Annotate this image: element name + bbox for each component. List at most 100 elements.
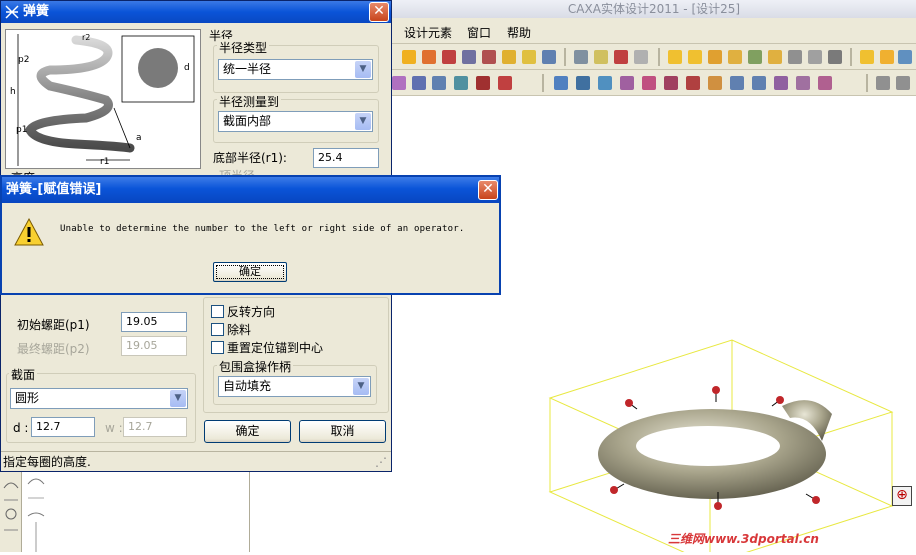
label-p1: p1 [16,125,27,135]
toolbar-icon[interactable] [876,76,890,90]
toolbar-icon[interactable] [728,50,742,64]
toolbar-icon[interactable] [768,50,782,64]
toolbar-icon[interactable] [594,50,608,64]
toolbar-icon[interactable] [752,76,766,90]
toolbar-separator [658,48,660,66]
section-select[interactable]: 圆形 ▼ [10,388,188,409]
chevron-down-icon[interactable]: ▼ [353,378,369,395]
menu-help[interactable]: 帮助 [507,24,531,41]
toolbar-icon[interactable] [482,50,496,64]
toolbar-icon[interactable] [860,50,874,64]
resize-grip-icon[interactable]: ⋰ [375,452,387,472]
toolbar-icon[interactable] [708,50,722,64]
toolbar-icon[interactable] [620,76,634,90]
toolbar-icon[interactable] [574,50,588,64]
toolbar-icon[interactable] [898,50,912,64]
error-dialog-title: 弹簧-[赋值错误] [6,182,102,197]
toolbar-icon[interactable] [402,50,416,64]
final-pitch-input[interactable]: 19.05 [121,336,187,356]
toolbar-icon[interactable] [796,76,810,90]
remove-material-checkbox[interactable] [211,323,224,336]
reverse-direction-checkbox[interactable] [211,305,224,318]
left-panel-icons [27,478,45,552]
radius-type-label: 半径类型 [217,39,270,56]
bbox-handle-value: 自动填充 [223,379,272,393]
menu-design-elements[interactable]: 设计元素 [404,24,452,41]
toolbar-icon[interactable] [774,76,788,90]
label-r2: r2 [82,33,90,42]
toolbar-icon[interactable] [730,76,744,90]
radius-type-select[interactable]: 统一半径 ▼ [218,59,373,80]
close-icon[interactable]: ✕ [369,2,389,22]
toolbar-icon[interactable] [502,50,516,64]
viewport-scene [548,339,894,555]
w-label: w : [105,421,123,435]
chevron-down-icon[interactable]: ▼ [355,113,371,130]
spring-dialog-title: 弹簧 [23,4,50,19]
toolbar-icon[interactable] [634,50,648,64]
toolbar-icon[interactable] [598,76,612,90]
toolbar-icon[interactable] [664,76,678,90]
d-input[interactable]: 12.7 [31,417,95,437]
toolbar-icon[interactable] [432,76,446,90]
toolbar-icon[interactable] [422,50,436,64]
spring-model[interactable] [598,400,832,499]
bottom-radius-input[interactable]: 25.4 [313,148,379,168]
close-icon[interactable]: ✕ [478,180,498,200]
toolbar-icon[interactable] [688,50,702,64]
reverse-direction-label: 反转方向 [227,305,276,319]
spring-dialog-title-bar: 弹簧 ✕ [1,1,391,23]
toolbar-icon[interactable] [498,76,512,90]
cancel-button[interactable]: 取消 [299,420,386,443]
toolbar-icon[interactable] [686,76,700,90]
toolbar-icon[interactable] [748,50,762,64]
left-strip-icons [3,482,19,531]
toolbar-icon[interactable] [896,76,910,90]
toolbar-icon[interactable] [880,50,894,64]
toolbar-icon[interactable] [462,50,476,64]
toolbar-icon[interactable] [442,50,456,64]
bbox-handle-select[interactable]: 自动填充 ▼ [218,376,371,397]
chevron-down-icon[interactable]: ▼ [170,390,186,407]
toolbar-separator [564,48,566,66]
toolbar-icon[interactable] [828,50,842,64]
radius-measure-label: 半径测量到 [217,93,282,110]
toolbar-icon[interactable] [668,50,682,64]
toolbar-icon[interactable] [412,76,426,90]
error-ok-button[interactable]: 确定 [213,262,287,282]
design-tree-panel[interactable] [22,470,250,552]
spring-preview: p2 h p1 r2 r1 a d [5,29,201,169]
toolbar-icon[interactable] [642,76,656,90]
initial-pitch-input[interactable]: 19.05 [121,312,187,332]
ok-button[interactable]: 确定 [204,420,291,443]
app-title: CAXA实体设计2011 - [设计25] [567,2,741,16]
toolbar-icon[interactable] [554,76,568,90]
toolbar-icon[interactable] [708,76,722,90]
toolbar-icon[interactable] [476,76,490,90]
toolbar-icon[interactable] [808,50,822,64]
error-message: Unable to determine the number to the le… [60,224,465,234]
toolbar-icon[interactable] [818,76,832,90]
error-dialog: 弹簧-[赋值错误] ✕ Unable to determine the numb… [0,175,501,295]
section-value: 圆形 [15,391,40,405]
d-label: d : [13,421,29,435]
view-anchor-icon[interactable]: ⊕ [892,486,912,506]
toolbar-icon[interactable] [788,50,802,64]
toolbar-icon[interactable] [614,50,628,64]
watermark: 三维网www.3dportal.cn [668,532,819,546]
reset-anchor-checkbox[interactable] [211,341,224,354]
reset-anchor-label: 重置定位锚到中心 [227,341,324,355]
chevron-down-icon[interactable]: ▼ [355,61,371,78]
toolbar-icon[interactable] [576,76,590,90]
toolbar-icon[interactable] [392,76,406,90]
bottom-radius-label: 底部半径(r1): [213,151,287,165]
label-r1: r1 [100,157,109,167]
toolbar-icon[interactable] [522,50,536,64]
label-a: a [136,133,142,143]
toolbar-icon[interactable] [542,50,556,64]
w-input[interactable]: 12.7 [123,417,187,437]
toolbar-icon[interactable] [454,76,468,90]
3d-viewport[interactable] [392,96,916,555]
menu-window[interactable]: 窗口 [467,24,491,41]
radius-measure-select[interactable]: 截面内部 ▼ [218,111,373,132]
